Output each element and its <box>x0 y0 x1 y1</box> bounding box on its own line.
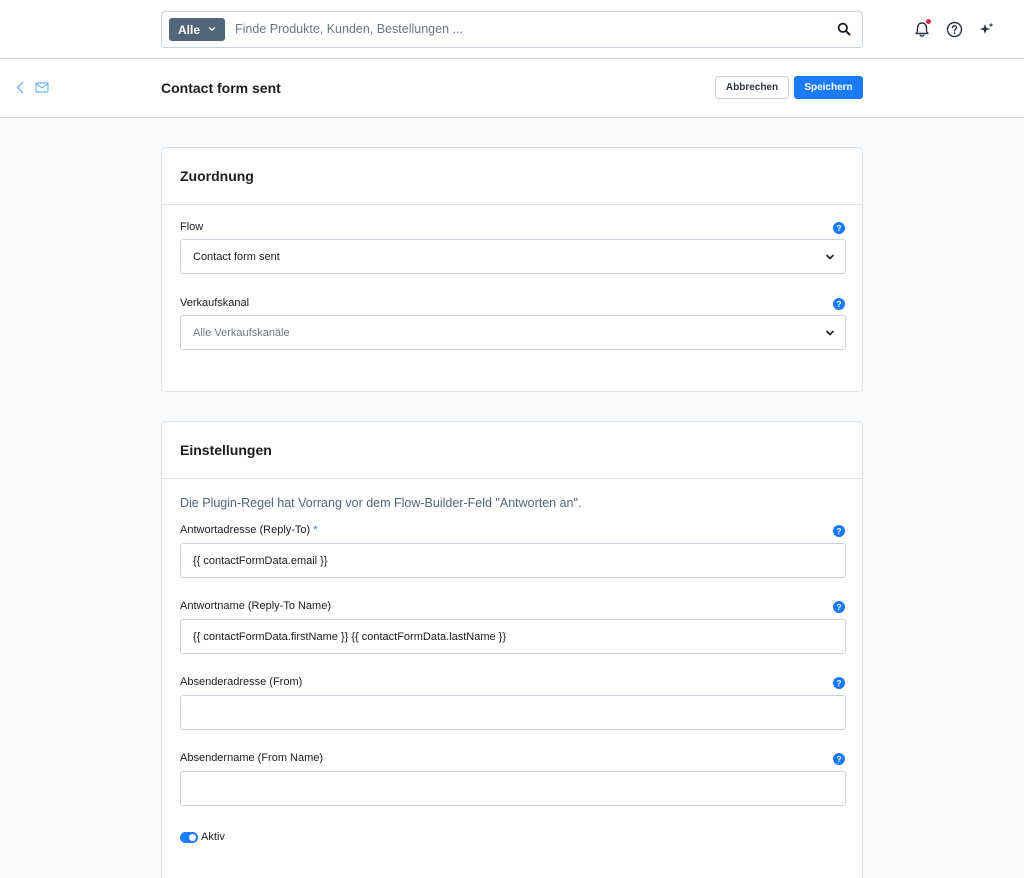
page-title: Contact form sent <box>161 80 281 96</box>
assignment-card: Zuordnung Flow ? Contact form sent Verka… <box>161 147 863 392</box>
smart-bar: Contact form sent Abbrechen Speichern <box>0 59 1024 118</box>
flow-label: Flow <box>180 221 204 233</box>
reply-to-label-text: Antwortadresse (Reply-To) <box>180 524 311 536</box>
reply-to-name-label: Antwortname (Reply-To Name) <box>180 600 331 612</box>
reply-to-field[interactable]: {{ contactFormData.email }} <box>180 543 846 578</box>
reply-to-name-field-value: {{ contactFormData.firstName }} {{ conta… <box>193 630 507 643</box>
from-address-label: Absenderadresse (From) <box>180 676 303 688</box>
help-icon[interactable]: ? <box>833 298 845 310</box>
help-icon[interactable]: ? <box>833 753 845 765</box>
settings-card-title: Einstellungen <box>162 422 862 479</box>
active-toggle[interactable] <box>180 832 198 843</box>
save-button[interactable]: Speichern <box>794 76 863 99</box>
flow-select[interactable]: Contact form sent <box>180 239 846 274</box>
mail-icon <box>35 82 49 93</box>
notification-badge <box>926 19 931 24</box>
help-icon[interactable]: ? <box>833 677 845 689</box>
required-marker: * <box>313 524 318 536</box>
reply-to-field-value: {{ contactFormData.email }} <box>193 554 328 567</box>
top-bar: Alle Finde Produkte, Kunden, Bestellunge… <box>0 0 1024 59</box>
help-icon[interactable]: ? <box>833 525 845 537</box>
search-input[interactable]: Finde Produkte, Kunden, Bestellungen ... <box>235 22 463 36</box>
settings-card: Einstellungen Die Plugin-Regel hat Vorra… <box>161 421 863 878</box>
notifications-button[interactable] <box>912 19 932 39</box>
assignment-card-title: Zuordnung <box>162 148 862 205</box>
settings-note: Die Plugin-Regel hat Vorrang vor dem Flo… <box>180 496 582 510</box>
sales-channel-label: Verkaufskanal <box>180 297 250 309</box>
chevron-down-icon <box>208 27 216 32</box>
help-icon[interactable]: ? <box>833 601 845 613</box>
search-type-dropdown[interactable]: Alle <box>169 18 225 41</box>
active-toggle-label: Aktiv <box>201 831 225 843</box>
help-circle-icon <box>946 21 962 37</box>
search-icon[interactable] <box>837 22 851 36</box>
chevron-down-icon <box>826 254 834 260</box>
help-icon[interactable]: ? <box>833 222 845 234</box>
flow-select-value: Contact form sent <box>193 250 280 263</box>
chevron-down-icon <box>826 330 834 336</box>
global-search: Alle Finde Produkte, Kunden, Bestellunge… <box>161 11 863 48</box>
cancel-button[interactable]: Abbrechen <box>715 76 789 99</box>
reply-to-label: Antwortadresse (Reply-To) * <box>180 524 318 536</box>
sparkles-icon <box>979 22 993 34</box>
from-address-field[interactable] <box>180 695 846 730</box>
sales-channel-select[interactable]: Alle Verkaufskanäle <box>180 315 846 350</box>
search-type-label: Alle <box>178 22 201 37</box>
from-name-label: Absendername (From Name) <box>180 752 324 764</box>
sales-channel-select-value: Alle Verkaufskanäle <box>193 326 290 339</box>
reply-to-name-field[interactable]: {{ contactFormData.firstName }} {{ conta… <box>180 619 846 654</box>
ai-assistant-button[interactable] <box>976 19 996 39</box>
from-name-field[interactable] <box>180 771 846 806</box>
chevron-left-icon[interactable] <box>14 81 26 94</box>
help-button[interactable] <box>944 19 964 39</box>
